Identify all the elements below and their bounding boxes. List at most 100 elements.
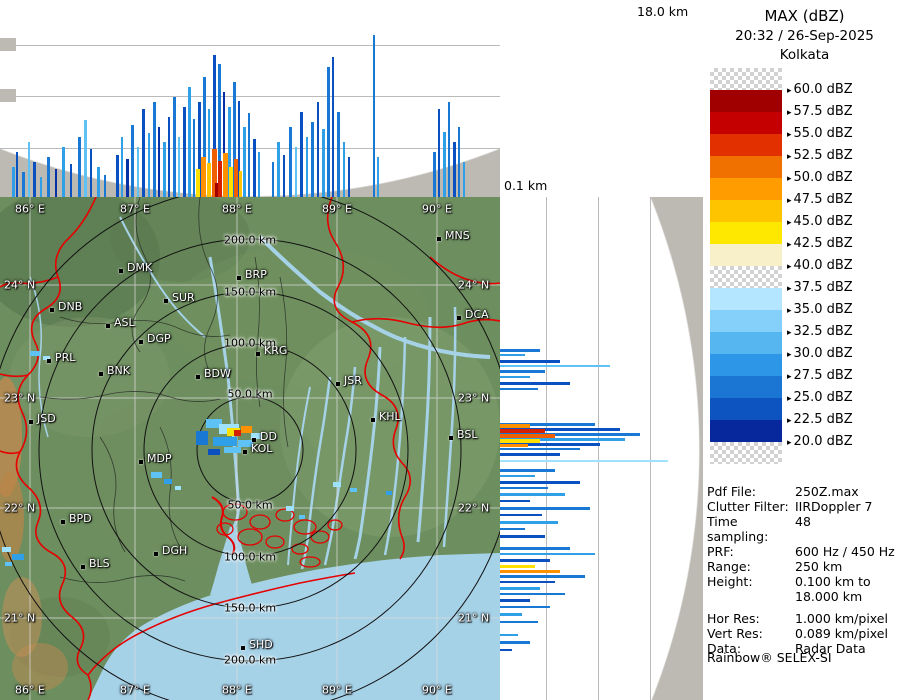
metadata-label: Pdf File: [707, 484, 756, 499]
legend-tick-label: ▸ 57.5 dBZ [787, 104, 853, 119]
echo-row [500, 460, 668, 462]
city-dot-icon [99, 372, 103, 376]
legend-tick-label: ▸ 60.0 dBZ [787, 82, 853, 97]
echo-row [500, 388, 538, 390]
metadata-value: 0.100 km to [795, 574, 871, 589]
echo-column [223, 153, 228, 197]
legend-tick-label: ▸ 45.0 dBZ [787, 214, 853, 229]
echo-column [218, 161, 222, 197]
latitude-label: 24° N [4, 278, 36, 292]
echo-row [500, 535, 545, 538]
metadata-value: 250Z.max [795, 484, 859, 499]
echo-row [500, 424, 530, 428]
echo-column [443, 132, 446, 197]
echo-row [500, 565, 535, 568]
legend-panel: MAX (dBZ) 20:32 / 26-Sep-2025 Kolkata ▸ 6… [703, 0, 906, 700]
echo-row [500, 553, 595, 555]
metadata-value: 48 [795, 514, 811, 529]
echo-column [47, 157, 50, 197]
legend-tick-label: ▸ 27.5 dBZ [787, 368, 853, 383]
echo-row [500, 469, 555, 472]
city-label: JSD [37, 412, 56, 425]
city-dot-icon [457, 316, 461, 320]
echo-row [500, 581, 555, 583]
ns-profile-echoes [500, 197, 703, 700]
echo-row [500, 475, 535, 477]
latitude-label: 22° N [4, 501, 36, 515]
echo-row [500, 444, 528, 447]
echo-row [500, 587, 540, 590]
echo-row [500, 621, 538, 623]
city-dot-icon [196, 375, 200, 379]
metadata-row: Time sampling: 48 [707, 514, 905, 544]
radar-map-panel: MNS DMK BRP SUR DNB DCA ASL DGP KRG PRL BNK BDW JSR K… [0, 197, 500, 700]
tick-marker-icon: ▸ [787, 108, 792, 118]
city-dot-icon [47, 359, 51, 363]
longitude-label: 88° E [222, 202, 252, 216]
city-dot-icon [241, 646, 245, 650]
echo-row [500, 599, 530, 602]
metadata-value: 0.089 km/pixel [795, 626, 888, 641]
echo-row [500, 434, 555, 438]
echo-column [327, 67, 330, 197]
echo-column [229, 167, 233, 197]
legend-tick-label: ▸ 52.5 dBZ [787, 148, 853, 163]
tick-marker-icon: ▸ [787, 350, 792, 360]
legend-tick-label: ▸ 22.5 dBZ [787, 412, 853, 427]
echo-column [121, 137, 123, 197]
city-label: BDW [204, 367, 231, 380]
city-dot-icon [154, 552, 158, 556]
echo-column [22, 172, 25, 197]
metadata-row: Hor Res: 1.000 km/pixel [707, 611, 905, 626]
echo-column [55, 169, 57, 197]
ns-height-profile-panel [500, 197, 703, 700]
echo-column [453, 142, 456, 197]
longitude-label: 88° E [222, 683, 252, 697]
longitude-label: 86° E [15, 202, 45, 216]
software-brand: Rainbow® SELEX-SI [707, 650, 832, 665]
city-label: SHD [249, 638, 273, 651]
echo-row [500, 360, 560, 363]
longitude-label: 90° E [422, 683, 452, 697]
city-label: KOL [251, 442, 273, 455]
tick-marker-icon: ▸ [787, 152, 792, 162]
legend-tick-label: ▸ 37.5 dBZ [787, 280, 853, 295]
echo-column [348, 157, 350, 197]
echo-column [163, 142, 166, 197]
echo-row [500, 507, 590, 510]
echo-column [234, 159, 238, 197]
echo-column [158, 127, 160, 197]
echo-column [104, 175, 106, 197]
echo-column [201, 157, 206, 197]
echo-column [438, 109, 440, 197]
tick-marker-icon: ▸ [787, 284, 792, 294]
metadata-label: Time sampling: [707, 514, 769, 544]
metadata-label: Hor Res: [707, 611, 760, 626]
echo-row [500, 613, 522, 616]
echo-column [137, 147, 139, 197]
ew-profile-echoes [0, 0, 500, 197]
range-ring-label: 150.0 km [223, 601, 277, 615]
city-label: BPD [69, 512, 92, 525]
echo-row [500, 559, 550, 562]
echo-column [33, 162, 36, 197]
city-label: MDP [147, 452, 172, 465]
tick-marker-icon: ▸ [787, 86, 792, 96]
city-label: MNS [445, 229, 470, 242]
echo-column [126, 159, 129, 197]
city-label: DCA [465, 308, 489, 321]
echo-column [300, 112, 303, 197]
legend-tick-label: ▸ 35.0 dBZ [787, 302, 853, 317]
city-dot-icon [449, 436, 453, 440]
latitude-label: 21° N [4, 611, 36, 625]
echo-row [500, 606, 550, 608]
city-label: BRP [245, 268, 267, 281]
metadata-value: 1.000 km/pixel [795, 611, 888, 626]
tick-marker-icon: ▸ [787, 196, 792, 206]
metadata-value: 18.000 km [795, 589, 863, 604]
echo-column [97, 167, 100, 197]
city-dot-icon [81, 565, 85, 569]
echo-column [248, 113, 250, 197]
echo-row [500, 439, 540, 443]
echo-column [239, 171, 242, 197]
